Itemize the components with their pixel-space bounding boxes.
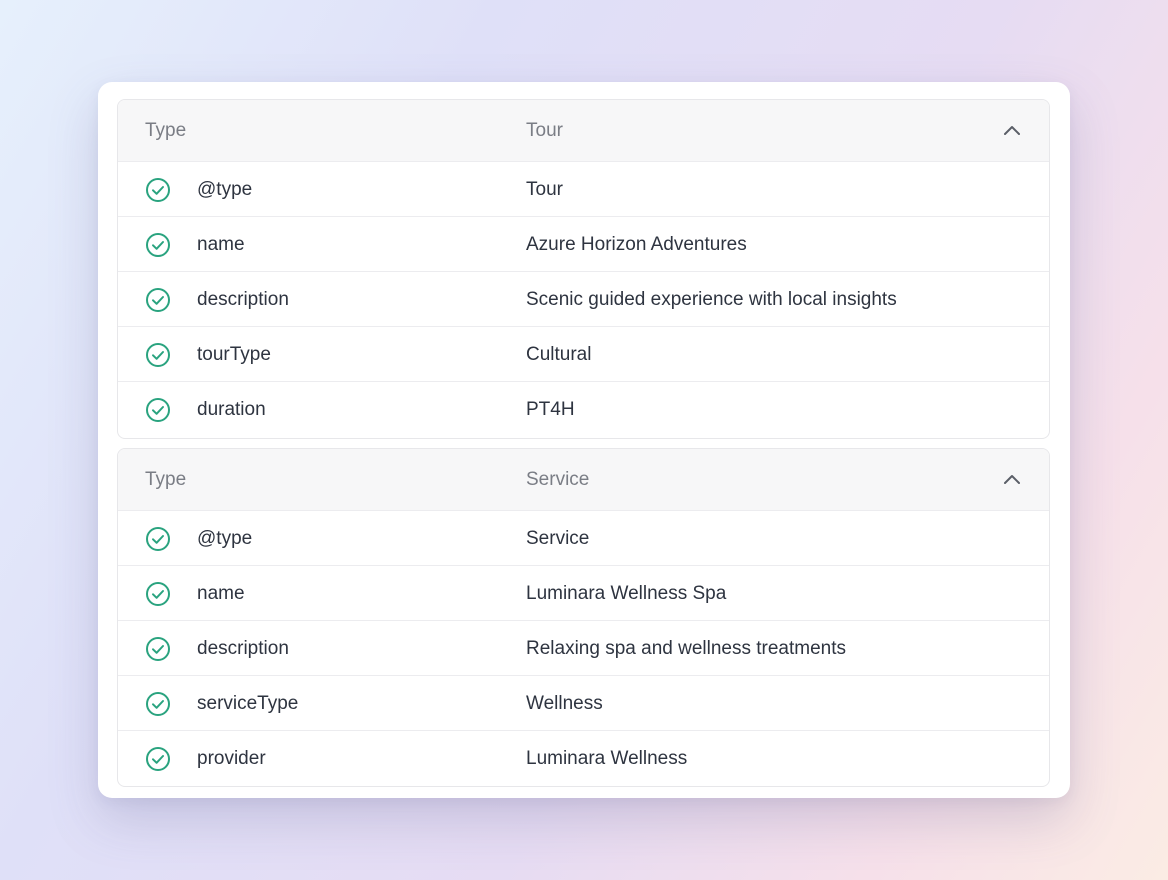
check-circle-icon <box>146 288 170 312</box>
property-value: Relaxing spa and wellness treatments <box>526 638 847 659</box>
property-row: description Scenic guided experience wit… <box>118 272 1049 327</box>
property-key: @type <box>197 528 253 549</box>
property-row: @type Service <box>118 511 1049 566</box>
property-value: Luminara Wellness Spa <box>526 583 727 604</box>
property-key: @type <box>197 179 253 200</box>
header-type-label: Type <box>145 120 187 141</box>
section-header[interactable]: Type Tour <box>118 100 1049 162</box>
property-key: tourType <box>197 344 271 365</box>
property-value: Azure Horizon Adventures <box>526 234 747 255</box>
property-key: description <box>197 289 289 310</box>
check-circle-icon <box>146 527 170 551</box>
chevron-up-icon[interactable] <box>1003 471 1021 489</box>
property-key: name <box>197 234 245 255</box>
section-header[interactable]: Type Service <box>118 449 1049 511</box>
check-circle-icon <box>146 398 170 422</box>
check-circle-icon <box>146 233 170 257</box>
schema-section-tour: Type Tour @type Tour name Azure Horizon … <box>117 99 1050 439</box>
header-type-label: Type <box>145 469 187 490</box>
schema-validation-card: Type Tour @type Tour name Azure Horizon … <box>98 82 1070 798</box>
property-key: name <box>197 583 245 604</box>
property-value: Service <box>526 528 590 549</box>
property-row: tourType Cultural <box>118 327 1049 382</box>
property-value: PT4H <box>526 399 575 420</box>
header-type-value: Service <box>526 469 590 490</box>
property-key: provider <box>197 748 266 769</box>
property-row: duration PT4H <box>118 382 1049 437</box>
check-circle-icon <box>146 343 170 367</box>
property-key: duration <box>197 399 266 420</box>
property-row: @type Tour <box>118 162 1049 217</box>
property-key: description <box>197 638 289 659</box>
header-type-value: Tour <box>526 120 563 141</box>
property-row: name Luminara Wellness Spa <box>118 566 1049 621</box>
property-value: Tour <box>526 179 563 200</box>
property-row: description Relaxing spa and wellness tr… <box>118 621 1049 676</box>
check-circle-icon <box>146 178 170 202</box>
property-row: name Azure Horizon Adventures <box>118 217 1049 272</box>
property-value: Scenic guided experience with local insi… <box>526 289 897 310</box>
property-row: provider Luminara Wellness <box>118 731 1049 786</box>
chevron-up-icon[interactable] <box>1003 122 1021 140</box>
check-circle-icon <box>146 747 170 771</box>
check-circle-icon <box>146 637 170 661</box>
property-value: Luminara Wellness <box>526 748 688 769</box>
property-value: Cultural <box>526 344 592 365</box>
property-value: Wellness <box>526 693 603 714</box>
property-key: serviceType <box>197 693 299 714</box>
property-row: serviceType Wellness <box>118 676 1049 731</box>
schema-section-service: Type Service @type Service name Luminara… <box>117 448 1050 787</box>
check-circle-icon <box>146 692 170 716</box>
check-circle-icon <box>146 582 170 606</box>
